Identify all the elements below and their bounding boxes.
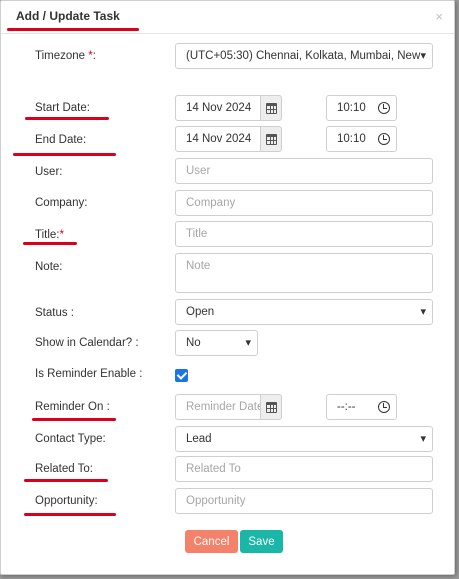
chevron-down-icon: ▾ <box>245 337 251 349</box>
calendar-icon <box>266 134 277 145</box>
opportunity-input[interactable]: Opportunity <box>175 488 433 514</box>
chevron-down-icon: ▾ <box>420 306 426 318</box>
add-update-task-modal: Add / Update Task × Timezone *: (UTC+05:… <box>0 0 455 575</box>
start-time-input[interactable]: 10:10 <box>326 95 397 121</box>
annotation-underline <box>32 418 116 421</box>
company-input[interactable]: Company <box>175 190 433 216</box>
close-icon[interactable]: × <box>435 9 443 24</box>
clock-icon <box>378 401 390 413</box>
reminder-date-calendar-button[interactable] <box>260 394 282 420</box>
show-in-calendar-select[interactable]: No ▾ <box>175 330 258 356</box>
start-date-input[interactable]: 14 Nov 2024 <box>175 95 261 121</box>
is-reminder-enable-label: Is Reminder Enable : <box>35 368 143 380</box>
cancel-button[interactable]: Cancel <box>185 530 238 553</box>
end-time-input[interactable]: 10:10 <box>326 126 397 152</box>
related-to-label: Related To: <box>35 463 93 475</box>
show-in-calendar-label: Show in Calendar? : <box>35 337 139 349</box>
reminder-time-input[interactable]: --:-- <box>326 394 397 420</box>
note-label: Note: <box>35 261 63 273</box>
clock-icon <box>378 102 390 114</box>
reminder-on-label: Reminder On : <box>35 401 110 413</box>
related-to-input[interactable]: Related To <box>175 456 433 482</box>
chevron-down-icon: ▾ <box>420 433 426 445</box>
start-date-calendar-button[interactable] <box>260 95 282 121</box>
user-label: User: <box>35 166 63 178</box>
note-textarea[interactable]: Note <box>175 253 433 293</box>
user-input[interactable]: User <box>175 158 433 184</box>
save-button[interactable]: Save <box>240 530 283 553</box>
status-label: Status : <box>35 307 74 319</box>
reminder-enable-checkbox[interactable] <box>175 369 188 382</box>
annotation-underline <box>25 117 109 120</box>
opportunity-label: Opportunity: <box>35 495 98 507</box>
title-input[interactable]: Title <box>175 221 433 247</box>
annotation-underline <box>23 242 77 245</box>
chevron-down-icon: ▾ <box>420 50 426 62</box>
end-date-calendar-button[interactable] <box>260 126 282 152</box>
calendar-icon <box>266 402 277 413</box>
company-label: Company: <box>35 197 88 209</box>
timezone-label: Timezone *: <box>35 50 96 62</box>
annotation-underline <box>7 28 139 31</box>
timezone-select[interactable]: (UTC+05:30) Chennai, Kolkata, Mumbai, Ne… <box>175 43 433 69</box>
end-date-label: End Date: <box>35 134 87 146</box>
annotation-underline <box>13 153 116 156</box>
contact-type-select[interactable]: Lead ▾ <box>175 426 433 452</box>
status-select[interactable]: Open ▾ <box>175 299 433 325</box>
annotation-underline <box>24 479 108 482</box>
end-date-input[interactable]: 14 Nov 2024 <box>175 126 261 152</box>
contact-type-label: Contact Type: <box>35 433 106 445</box>
clock-icon <box>378 133 390 145</box>
modal-title: Add / Update Task <box>16 9 120 23</box>
reminder-date-input[interactable]: Reminder Date <box>175 394 261 420</box>
annotation-underline <box>24 513 116 516</box>
title-label: Title:* <box>35 229 64 241</box>
start-date-label: Start Date: <box>35 102 90 114</box>
calendar-icon <box>266 103 277 114</box>
